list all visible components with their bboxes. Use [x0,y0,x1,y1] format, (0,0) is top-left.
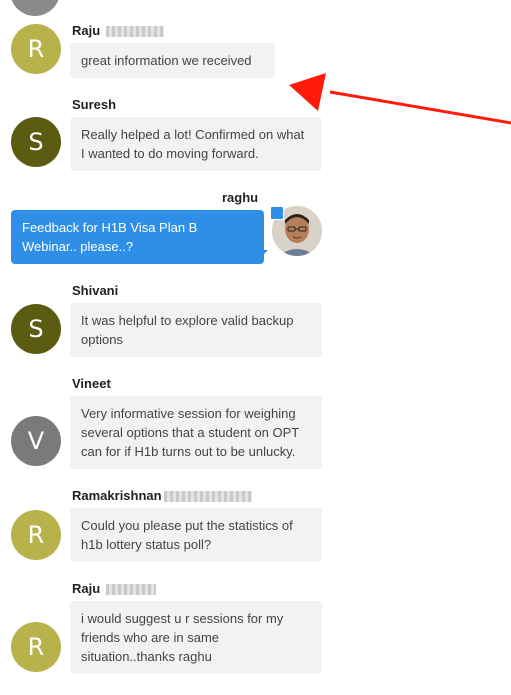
message-bubble: Really helped a lot! Confirmed on what I… [70,117,322,171]
avatar-initial: R [27,521,45,549]
message-bubble: Very informative session for weighing se… [70,396,322,469]
message-bubble: i would suggest u r sessions for my frie… [70,601,322,674]
avatar: R [11,510,61,560]
avatar-initial: S [28,128,44,156]
sender-name: raghu [222,190,259,205]
avatar: V [11,416,61,466]
message-bubble: Could you please put the statistics of h… [70,508,322,562]
sender-name: Ramakrishnan [72,488,252,503]
avatar: R [11,24,61,74]
avatar-initial: S [28,315,44,343]
avatar: R [11,622,61,672]
sender-name: Shivani [72,283,119,298]
message-bubble: It was helpful to explore valid backup o… [70,303,322,357]
sender-name: Suresh [72,97,117,112]
my-message-bubble: Feedback for H1B Visa Plan B Webinar.. p… [11,210,264,264]
host-badge-icon [270,206,284,220]
avatar: S [11,117,61,167]
sender-name: Raju [72,23,165,38]
avatar-initial: R [27,35,45,63]
avatar-previous [10,0,60,16]
avatar-initial: V [27,427,45,455]
avatar-initial: R [27,633,45,661]
redacted-surname [106,26,165,38]
redacted-surname [106,584,157,596]
redacted-surname [163,491,252,503]
sender-name: Vineet [72,376,111,391]
sender-name: Raju [72,581,157,596]
message-bubble: great information we received [70,43,275,78]
bubble-tail [258,250,268,260]
avatar: S [11,304,61,354]
